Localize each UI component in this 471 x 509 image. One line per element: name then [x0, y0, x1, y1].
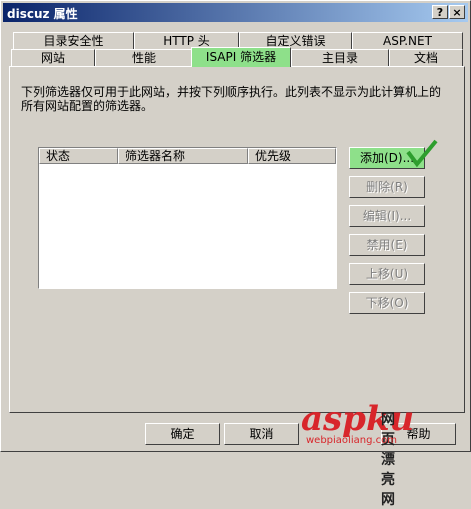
watermark-brand: aspku — [301, 399, 415, 439]
watermark-url: webpiaoliang.com — [306, 435, 397, 446]
column-header-filter-name[interactable]: 筛选器名称 — [118, 148, 248, 164]
edit-button[interactable]: 编辑(I)... — [349, 205, 425, 227]
tab-isapi-filters[interactable]: ISAPI 筛选器 — [191, 47, 291, 67]
tab-home-directory[interactable]: 主目录 — [291, 49, 389, 66]
tab-performance[interactable]: 性能 — [95, 49, 193, 66]
tab-aspnet[interactable]: ASP.NET — [352, 32, 463, 49]
tab-documents[interactable]: 文档 — [389, 49, 463, 66]
column-header-priority[interactable]: 优先级 — [248, 148, 336, 164]
remove-button[interactable]: 删除(R) — [349, 176, 425, 198]
properties-dialog: discuz 属性 ? × 目录安全性 HTTP 头 自定义错误 ASP.NET… — [0, 0, 471, 508]
filters-list[interactable]: 状态 筛选器名称 优先级 — [38, 147, 337, 289]
move-up-button[interactable]: 上移(U) — [349, 263, 425, 285]
move-down-button[interactable]: 下移(O) — [349, 292, 425, 314]
column-header-status[interactable]: 状态 — [39, 148, 118, 164]
close-button[interactable]: × — [449, 5, 465, 19]
help-title-button[interactable]: ? — [432, 5, 448, 19]
title-bar: discuz 属性 ? × — [3, 3, 468, 22]
ok-button[interactable]: 确定 — [145, 423, 220, 445]
tab-directory-security[interactable]: 目录安全性 — [13, 32, 134, 49]
tab-website[interactable]: 网站 — [11, 49, 95, 66]
filters-description: 下列筛选器仅可用于此网站，并按下列顺序执行。此列表不显示为此计算机上的所有网站配… — [21, 85, 442, 113]
checkmark-icon — [406, 139, 438, 168]
cancel-button[interactable]: 取消 — [224, 423, 299, 445]
disable-button[interactable]: 禁用(E) — [349, 234, 425, 256]
window-title: discuz 属性 — [7, 7, 78, 21]
watermark-site-name: 网页漂亮网 — [381, 412, 395, 508]
